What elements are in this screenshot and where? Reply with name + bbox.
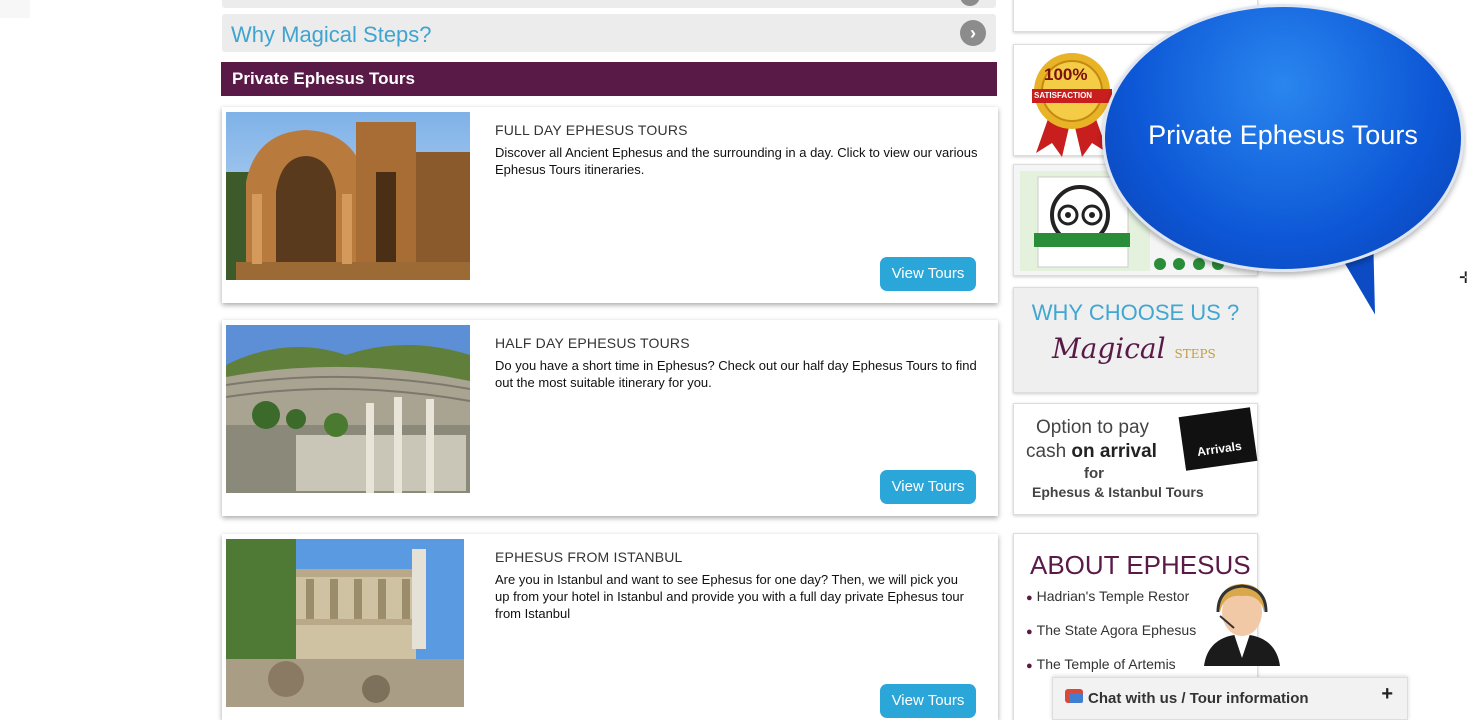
accordion-item-collapsed[interactable] <box>222 0 996 8</box>
tour-card-full-day: FULL DAY EPHESUS TOURS Discover all Anci… <box>222 107 998 303</box>
tour-description: Are you in Istanbul and want to see Ephe… <box>495 572 964 621</box>
magical-steps-logo: Magical STEPS <box>1052 332 1216 365</box>
tour-description: Do you have a short time in Ephesus? Che… <box>495 358 977 390</box>
arrivals-sign-icon: Arrivals <box>1178 407 1258 471</box>
view-tours-button[interactable]: View Tours <box>880 684 976 718</box>
tour-title[interactable]: FULL DAY EPHESUS TOURS <box>495 122 688 138</box>
view-tours-button[interactable]: View Tours <box>880 257 976 291</box>
about-link[interactable]: Hadrian's Temple Restor <box>1026 588 1196 622</box>
about-link[interactable]: The State Agora Ephesus <box>1026 622 1196 656</box>
tour-description: Discover all Ancient Ephesus and the sur… <box>495 145 978 177</box>
why-choose-title: WHY CHOOSE US ? <box>1031 300 1240 325</box>
tour-image-theatre[interactable] <box>226 325 470 493</box>
satisfaction-percent: 100% <box>1044 65 1088 84</box>
pay-line-1: Option to pay <box>1036 417 1150 438</box>
tour-card-half-day: HALF DAY EPHESUS TOURS Do you have a sho… <box>222 320 998 516</box>
accordion-why-magical-steps[interactable]: Why Magical Steps? › <box>222 14 996 52</box>
view-tours-button[interactable]: View Tours <box>880 470 976 504</box>
pay-line-3: for <box>1084 465 1104 482</box>
support-agent-avatar[interactable] <box>1194 578 1290 666</box>
chevron-right-icon[interactable]: › <box>960 20 986 46</box>
tour-title[interactable]: HALF DAY EPHESUS TOURS <box>495 335 690 351</box>
section-header: Private Ephesus Tours <box>221 62 997 96</box>
chat-label[interactable]: Chat with us / Tour information <box>1088 690 1309 707</box>
pay-line-4: Ephesus & Istanbul Tours <box>1032 484 1204 500</box>
speech-bubble-text: Private Ephesus Tours <box>1148 120 1418 150</box>
about-title: ABOUT EPHESUS <box>1030 550 1251 580</box>
tour-image-hadrian-temple[interactable] <box>226 112 470 280</box>
chat-bubble-icon <box>1065 689 1083 703</box>
why-choose-us-banner[interactable]: WHY CHOOSE US ? Magical STEPS <box>1013 287 1258 393</box>
page-edge <box>0 0 30 18</box>
tour-card-from-istanbul: EPHESUS FROM ISTANBUL Are you in Istanbu… <box>222 534 998 720</box>
chat-widget-bar[interactable]: Chat with us / Tour information + <box>1052 677 1408 720</box>
pay-on-arrival-banner[interactable]: Option to pay cash on arrival for Ephesu… <box>1013 403 1258 515</box>
pay-line-2: cash on arrival <box>1026 441 1157 462</box>
accordion-label: Why Magical Steps? <box>231 22 432 47</box>
about-list: Hadrian's Temple Restor The State Agora … <box>1026 588 1196 690</box>
satisfaction-label: SATISFACTION <box>1034 91 1093 100</box>
tour-image-celsus-library[interactable] <box>226 539 464 707</box>
expand-plus-icon[interactable]: + <box>1381 683 1393 706</box>
chevron-icon[interactable] <box>960 0 980 6</box>
section-title: Private Ephesus Tours <box>232 69 415 88</box>
tour-title[interactable]: EPHESUS FROM ISTANBUL <box>495 549 683 565</box>
cursor-icon: ✛ <box>1459 270 1467 287</box>
